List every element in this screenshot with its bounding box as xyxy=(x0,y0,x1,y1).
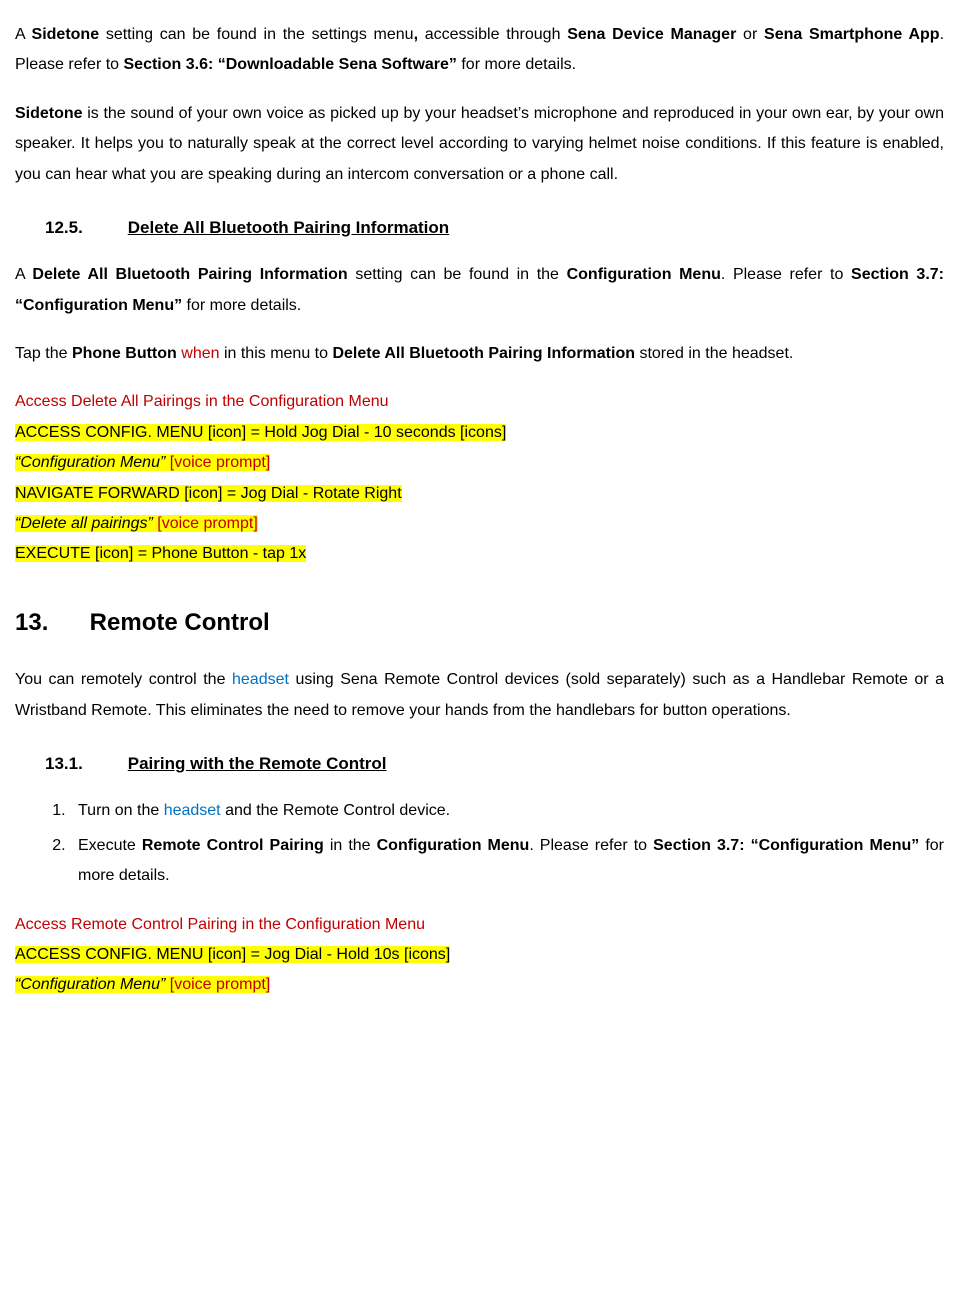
text: is the sound of your own voice as picked… xyxy=(15,105,944,183)
heading-title: Delete All Bluetooth Pairing Information xyxy=(128,218,449,237)
instruction-voice-prompt: “Configuration Menu” xyxy=(15,976,170,993)
text: or xyxy=(736,26,764,43)
instruction-voice-prompt-tag: [voice prompt] xyxy=(170,976,270,993)
text: in this menu to xyxy=(220,345,333,362)
heading-13-1: 13.1. Pairing with the Remote Control xyxy=(15,748,944,780)
text-bold: Section 3.7: “Configuration Menu” xyxy=(653,837,919,854)
text: A xyxy=(15,26,32,43)
heading-title: Remote Control xyxy=(90,609,270,636)
heading-number: 12.5. xyxy=(45,212,123,244)
text-bold: Section 3.6: “Downloadable Sena Software… xyxy=(124,56,457,73)
list-item: Turn on the headset and the Remote Contr… xyxy=(70,796,944,826)
heading-12-5: 12.5. Delete All Bluetooth Pairing Infor… xyxy=(15,212,944,244)
instruction-line: ACCESS CONFIG. MENU [icon] = Hold Jog Di… xyxy=(15,424,506,441)
text: Execute xyxy=(78,837,142,854)
text: in the xyxy=(324,837,377,854)
paragraph-sidetone-setting: A Sidetone setting can be found in the s… xyxy=(15,20,944,81)
paragraph-sidetone-desc: Sidetone is the sound of your own voice … xyxy=(15,99,944,190)
instruction-line: EXECUTE [icon] = Phone Button - tap 1x xyxy=(15,545,306,562)
text: . Please refer to xyxy=(529,837,653,854)
instruction-title: Access Delete All Pairings in the Config… xyxy=(15,387,944,417)
text: for more details. xyxy=(457,56,576,73)
text-bold: Remote Control Pairing xyxy=(142,837,324,854)
text-bold: Configuration Menu xyxy=(567,266,721,283)
text-bold: Delete All Bluetooth Pairing Information xyxy=(332,345,635,362)
instruction-voice-prompt: “Delete all pairings” xyxy=(15,515,157,532)
instruction-voice-prompt: “Configuration Menu” xyxy=(15,454,170,471)
text: stored in the headset. xyxy=(635,345,793,362)
paragraph-tap-phone-button: Tap the Phone Button when in this menu t… xyxy=(15,339,944,369)
text: A xyxy=(15,266,32,283)
paragraph-delete-pairing-setting: A Delete All Bluetooth Pairing Informati… xyxy=(15,260,944,321)
text: You can remotely control the xyxy=(15,671,232,688)
instruction-block-remote-pairing: Access Remote Control Pairing in the Con… xyxy=(15,910,944,1001)
text-blue: headset xyxy=(164,802,221,819)
text-bold: Sena Smartphone App xyxy=(764,26,940,43)
text-bold: Sidetone xyxy=(32,26,100,43)
text: . Please refer to xyxy=(721,266,851,283)
steps-list: Turn on the headset and the Remote Contr… xyxy=(15,796,944,891)
instruction-line: NAVIGATE FORWARD [icon] = Jog Dial - Rot… xyxy=(15,485,402,502)
text-blue: headset xyxy=(232,671,289,688)
text: setting can be found in the settings men… xyxy=(99,26,413,43)
text-bold: Sena Device Manager xyxy=(567,26,736,43)
heading-number: 13. xyxy=(15,600,83,646)
paragraph-remote-control: You can remotely control the headset usi… xyxy=(15,665,944,726)
text-bold: Delete All Bluetooth Pairing Information xyxy=(32,266,347,283)
text: Turn on the xyxy=(78,802,164,819)
text-bold: Configuration Menu xyxy=(377,837,530,854)
text: Tap the xyxy=(15,345,72,362)
instruction-block-delete-pairings: Access Delete All Pairings in the Config… xyxy=(15,387,944,569)
text-bold: Sidetone xyxy=(15,105,83,122)
heading-number: 13.1. xyxy=(45,748,123,780)
heading-title: Pairing with the Remote Control xyxy=(128,754,387,773)
text: for more details. xyxy=(182,297,301,314)
text: accessible through xyxy=(418,26,567,43)
text: setting can be found in the xyxy=(348,266,567,283)
text: and the Remote Control device. xyxy=(221,802,450,819)
text-bold: Phone Button xyxy=(72,345,177,362)
heading-13: 13. Remote Control xyxy=(15,600,944,646)
instruction-line: ACCESS CONFIG. MENU [icon] = Jog Dial - … xyxy=(15,946,450,963)
instruction-voice-prompt-tag: [voice prompt] xyxy=(170,454,270,471)
instruction-title: Access Remote Control Pairing in the Con… xyxy=(15,910,944,940)
text-red: when xyxy=(181,345,219,362)
list-item: Execute Remote Control Pairing in the Co… xyxy=(70,831,944,892)
instruction-voice-prompt-tag: [voice prompt] xyxy=(157,515,257,532)
